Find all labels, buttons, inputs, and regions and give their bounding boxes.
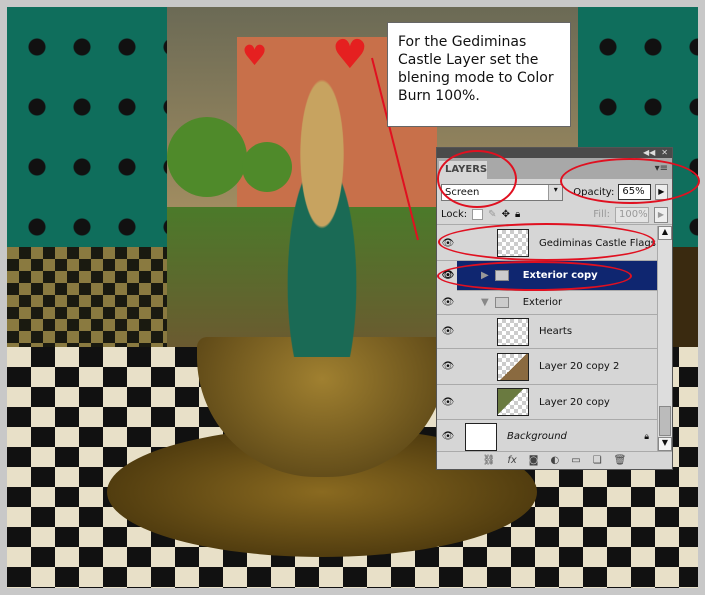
layer-name: Layer 20 copy 2 xyxy=(539,361,620,372)
layer-thumbnail xyxy=(497,352,529,381)
eye-icon[interactable]: 👁︎ xyxy=(441,431,455,442)
lock-icon: 🔒︎ xyxy=(644,431,649,442)
eye-icon[interactable]: 👁︎ xyxy=(441,397,455,408)
lock-transparency-icon[interactable] xyxy=(472,209,484,220)
link-layers-icon[interactable]: ⛓ xyxy=(483,455,496,466)
layer-thumbnail xyxy=(497,388,529,416)
lock-label: Lock: xyxy=(441,209,468,220)
layer-thumbnail xyxy=(497,317,529,346)
adjustment-layer-icon[interactable]: ◐ xyxy=(551,455,560,466)
chevron-down-icon: ▾ xyxy=(548,184,563,200)
layer-row[interactable]: 👁︎ Layer 20 copy xyxy=(437,385,659,420)
annotation-ring-layer xyxy=(438,223,655,261)
fill-label: Fill: xyxy=(593,209,610,220)
fill-slider-button[interactable]: ▶ xyxy=(654,206,668,223)
layer-row[interactable]: 👁︎ Background 🔒︎ xyxy=(437,420,659,451)
lock-all-icon[interactable]: 🔒︎ xyxy=(515,209,520,220)
layers-scrollbar[interactable]: ▲ ▼ xyxy=(657,226,672,451)
annotation-callout: For the Gediminas Castle Layer set the b… xyxy=(387,22,571,127)
close-icon[interactable]: ✕ xyxy=(661,148,668,158)
callout-text: For the Gediminas Castle Layer set the b… xyxy=(398,34,554,104)
eye-icon[interactable]: 👁︎ xyxy=(441,326,455,337)
folder-icon xyxy=(494,297,509,308)
scroll-thumb[interactable] xyxy=(659,406,671,436)
eye-icon[interactable]: 👁︎ xyxy=(441,361,455,372)
eye-icon[interactable]: 👁︎ xyxy=(441,297,455,308)
layer-name: Hearts xyxy=(539,326,573,337)
fx-icon[interactable]: fx xyxy=(507,455,516,466)
annotation-ring-exterior-copy xyxy=(437,261,632,291)
panel-footer: ⛓ fx ◙ ◐ ▭ ❏ 🗑︎ xyxy=(437,451,672,469)
layer-thumbnail xyxy=(465,422,497,451)
layer-name: Exterior xyxy=(522,297,563,308)
collapse-icon[interactable]: ◀◀ xyxy=(643,148,655,158)
collapse-arrow-icon[interactable]: ▼ xyxy=(481,297,489,308)
lock-brush-icon[interactable]: ✎ xyxy=(488,209,496,220)
annotation-ring-blend xyxy=(437,150,517,208)
scroll-up-button[interactable]: ▲ xyxy=(658,226,672,240)
layer-name: Layer 20 copy xyxy=(539,396,610,408)
fill-input[interactable]: 100% xyxy=(615,206,649,223)
new-group-icon[interactable]: ▭ xyxy=(571,455,580,466)
layer-row[interactable]: 👁︎ Layer 20 copy 2 xyxy=(437,349,659,385)
lock-move-icon[interactable]: ✥ xyxy=(502,209,510,220)
add-mask-icon[interactable]: ◙ xyxy=(529,455,539,466)
scroll-down-button[interactable]: ▼ xyxy=(658,437,672,451)
layer-row[interactable]: 👁︎ Hearts xyxy=(437,315,659,349)
layer-name: Background xyxy=(507,431,567,442)
annotation-ring-opacity xyxy=(560,158,700,204)
new-layer-icon[interactable]: ❏ xyxy=(593,455,602,466)
trash-icon[interactable]: 🗑︎ xyxy=(614,455,627,466)
layer-row[interactable]: 👁︎ ▼ Exterior xyxy=(437,291,659,315)
